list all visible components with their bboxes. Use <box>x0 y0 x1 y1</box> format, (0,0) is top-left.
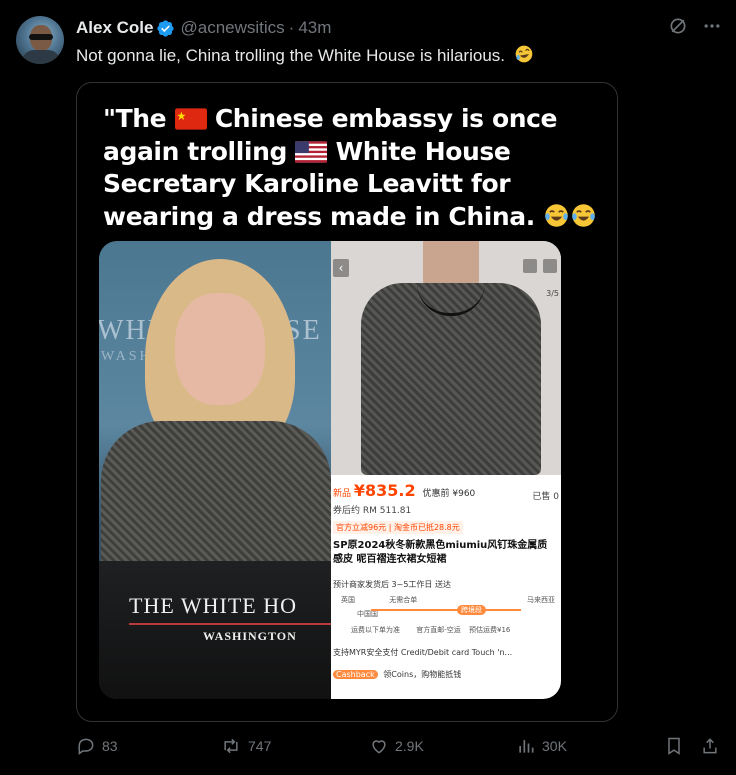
display-name[interactable]: Alex Cole <box>76 18 153 38</box>
cart-icon <box>543 259 557 273</box>
share-button[interactable] <box>700 736 720 756</box>
repost-icon <box>224 738 238 754</box>
press-briefing-photo: WHI SE WASH THE WHITE HO WASHINGTON <box>99 241 331 699</box>
discount-tag: 官方立减96元 | 淘金币已抵28.8元 <box>333 521 463 534</box>
media-image[interactable]: "The Chinese embassy is once again troll… <box>76 82 618 722</box>
price-row: 新品 ¥835.2 优惠前 ¥960 <box>333 481 476 500</box>
us-flag-icon <box>295 140 328 163</box>
user-handle[interactable]: @acnewsitics <box>180 18 284 38</box>
reply-button[interactable]: 83 <box>76 736 118 756</box>
bookmark-icon <box>668 737 680 755</box>
tweet-top-actions <box>668 16 722 36</box>
product-listing-screenshot: ‹ 3/5 新品 ¥835.2 优惠前 ¥960 已售 0 券后约 RM 511… <box>331 241 561 699</box>
grok-icon[interactable] <box>668 16 688 36</box>
verified-badge-icon <box>157 19 175 37</box>
podium-subtitle: WASHINGTON <box>203 629 297 643</box>
image-counter: 3/5 <box>546 289 559 298</box>
repost-button[interactable]: 747 <box>220 736 271 756</box>
tweet-body: Not gonna lie, China trolling the White … <box>76 46 506 65</box>
separator-dot: · <box>288 18 295 37</box>
podium-title: THE WHITE HO <box>129 593 297 618</box>
product-top-icons <box>523 259 557 273</box>
more-icon[interactable] <box>702 16 722 36</box>
avatar[interactable] <box>16 16 64 64</box>
timestamp[interactable]: 43m <box>298 18 331 38</box>
back-arrow-icon: ‹ <box>333 259 349 277</box>
reply-icon <box>78 738 94 755</box>
payment-info: 支持MYR安全支付 Credit/Debit card Touch 'n... <box>333 648 513 657</box>
tears-of-joy-emoji-icon <box>545 203 568 227</box>
route-badge: 跨境段 <box>457 605 486 615</box>
media-caption: "The Chinese embassy is once again troll… <box>103 103 613 233</box>
shipping-route: 英国 无需合单 马来西亚 中国国 <box>341 596 555 618</box>
reply-count: 83 <box>102 738 118 754</box>
rofl-emoji-icon <box>515 45 533 63</box>
views-icon <box>519 740 534 753</box>
price-rm: 券后约 RM 511.81 <box>333 506 412 516</box>
tweet-header: Alex Cole @acnewsitics · 43m <box>76 16 331 40</box>
like-icon <box>372 740 386 754</box>
like-count: 2.9K <box>395 738 424 754</box>
china-flag-icon <box>174 108 207 130</box>
tweet-actions: 83 747 2.9K 30K <box>76 736 722 764</box>
product-photo <box>331 241 561 475</box>
original-price: 优惠前 ¥960 <box>422 489 476 499</box>
tears-of-joy-emoji-icon <box>572 203 595 227</box>
product-title: SP原2024秋冬新款黑色miumiu风钉珠金属质感皮 呢百褶连衣裙女短裙 <box>333 540 548 565</box>
shipping-info: 预计商家发货后 3~5工作日 送达 <box>333 580 451 589</box>
repost-count: 747 <box>248 738 272 754</box>
tweet-text: Not gonna lie, China trolling the White … <box>76 44 534 68</box>
cashback-info: Cashback 领Coins，购物能抵钱 <box>333 669 461 680</box>
bookmark-button[interactable] <box>664 736 684 756</box>
price: ¥835.2 <box>353 481 416 500</box>
route-details: 运费以下单为准 官方直邮-空运 预估运费¥16 <box>351 626 511 634</box>
like-button[interactable]: 2.9K <box>369 736 424 756</box>
sold-count: 已售 0 <box>532 492 559 502</box>
view-count: 30K <box>542 738 567 754</box>
views-button[interactable]: 30K <box>516 736 567 756</box>
share-icon <box>523 259 537 273</box>
share-icon <box>703 738 717 754</box>
